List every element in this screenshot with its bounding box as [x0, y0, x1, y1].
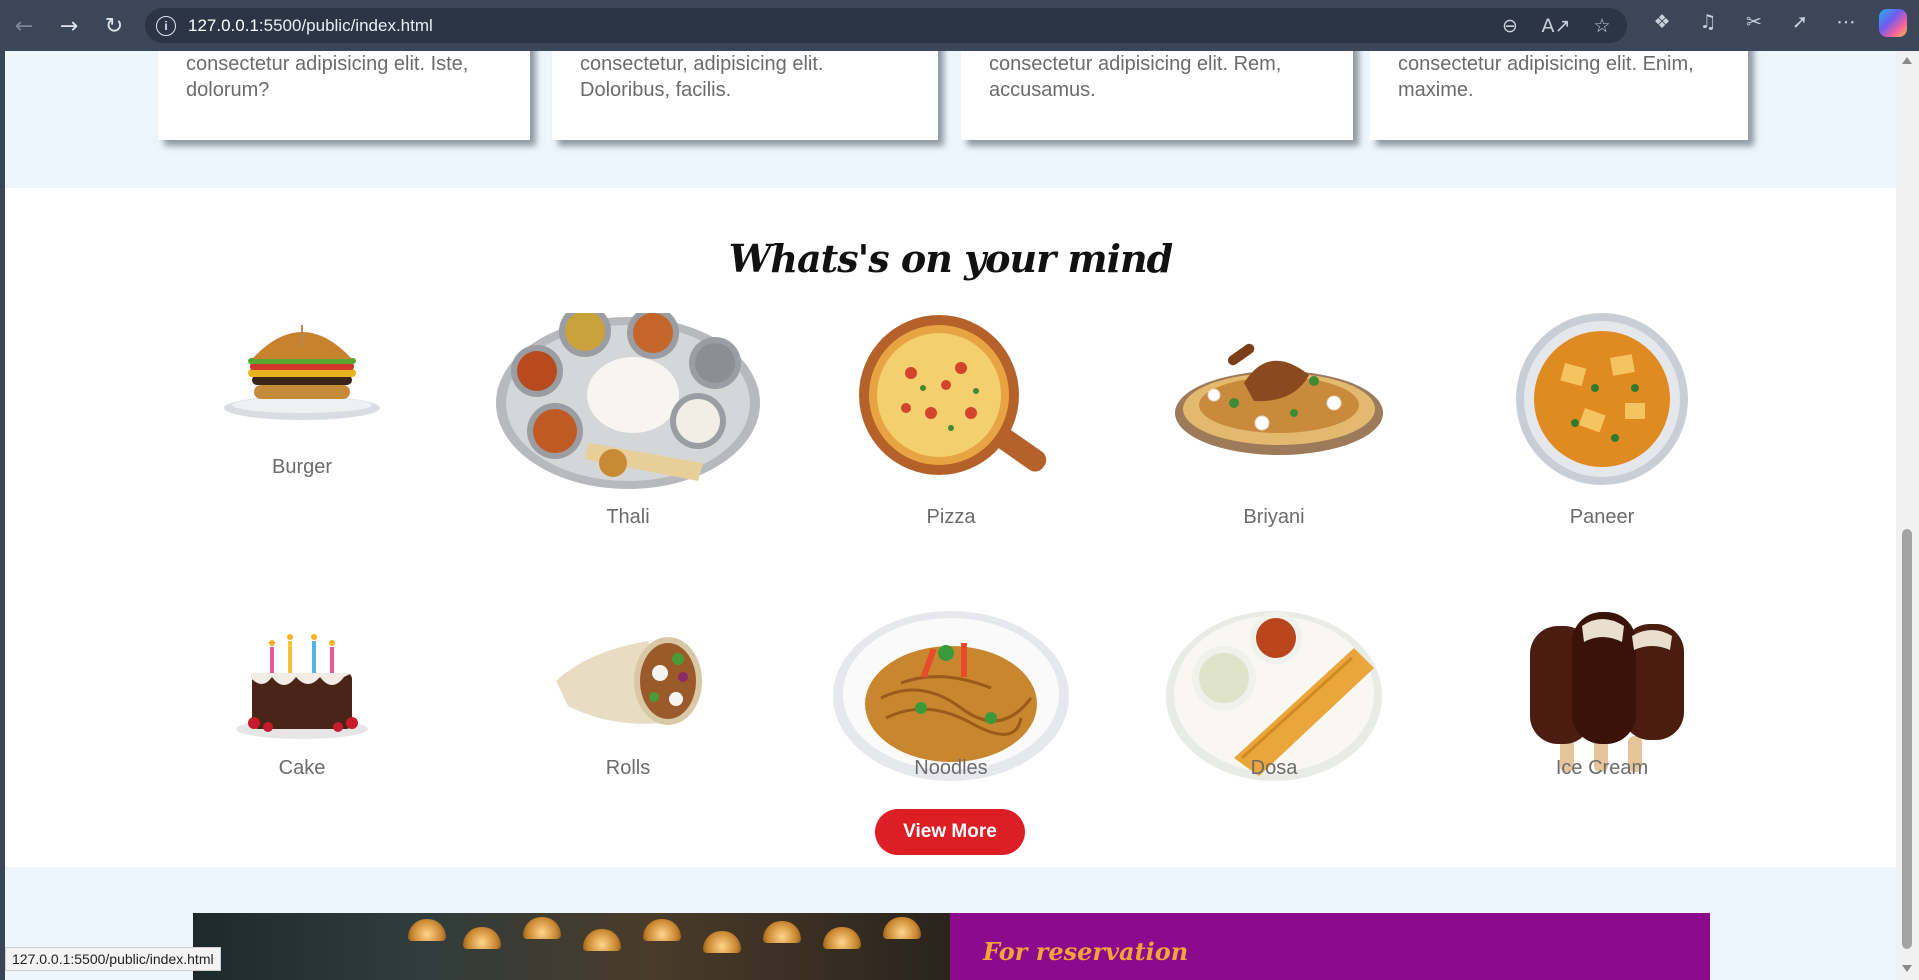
site-info-icon[interactable]: i	[156, 15, 176, 36]
copilot-icon[interactable]	[1879, 9, 1907, 37]
dish-item-ice-cream[interactable]: Ice Cream	[1502, 611, 1702, 786]
extensions-icon[interactable]: ❖	[1649, 9, 1675, 35]
ice-cream-icon	[1530, 612, 1684, 772]
section-title: Whats's on your mind	[728, 236, 1173, 281]
feature-card: consectetur, adipisicing elit. Doloribus…	[552, 51, 938, 140]
dish-item-dosa[interactable]: Dosa	[1166, 611, 1382, 788]
feature-card-text: dolorum?	[186, 79, 270, 101]
dish-item-noodles[interactable]: Noodles	[833, 611, 1069, 788]
dish-label: Pizza	[926, 506, 976, 528]
scroll-up-icon[interactable]	[1902, 57, 1912, 64]
dish-label: Dosa	[1250, 757, 1298, 779]
restaurant-photo	[193, 913, 950, 980]
dish-item-briyani[interactable]: Briyani	[1174, 313, 1383, 528]
feature-card: consectetur adipisicing elit. Enim, maxi…	[1370, 51, 1748, 140]
view-more-button[interactable]: View More	[875, 809, 1025, 855]
dish-label: Ice Cream	[1555, 757, 1649, 779]
page-viewport: consectetur adipisicing elit. Iste, dolo…	[5, 51, 1896, 980]
feature-card-text: Doloribus, facilis.	[580, 79, 732, 101]
pizza-icon	[859, 315, 1047, 475]
forward-arrow-icon[interactable]: →	[53, 10, 85, 42]
feature-card-text: maxime.	[1398, 79, 1474, 101]
address-url[interactable]: 127.0.0.1:5500/public/index.html	[188, 16, 433, 36]
reload-icon[interactable]: ↻	[98, 10, 130, 42]
dish-label: Rolls	[605, 757, 651, 779]
scroll-down-icon[interactable]	[1902, 965, 1912, 972]
favorites-icon[interactable]: ♫	[1695, 9, 1721, 35]
burger-icon	[224, 325, 380, 420]
zoom-icon[interactable]: ⊖	[1497, 13, 1523, 39]
reservation-title: For reservation	[983, 937, 1189, 966]
address-bar[interactable]: i 127.0.0.1:5500/public/index.html ⊖ A↗ …	[145, 8, 1627, 43]
favorite-star-icon[interactable]: ☆	[1589, 13, 1615, 39]
dish-item-cake[interactable]: Cake	[202, 611, 402, 779]
feature-card: consectetur adipisicing elit. Iste, dolo…	[158, 51, 530, 140]
dish-label: Thali	[606, 506, 650, 528]
features-section: consectetur adipisicing elit. Iste, dolo…	[5, 51, 1896, 188]
dish-label: Paneer	[1569, 506, 1635, 528]
rolls-icon	[556, 637, 702, 725]
screenshot-icon[interactable]: ✂	[1741, 9, 1767, 35]
feature-card-text: consectetur, adipisicing elit.	[580, 53, 824, 75]
back-arrow-icon[interactable]: ←	[8, 10, 40, 42]
paneer-icon	[1515, 313, 1688, 485]
more-menu-icon[interactable]: ⋯	[1833, 9, 1859, 35]
status-url-tooltip: 127.0.0.1:5500/public/index.html	[5, 947, 221, 971]
feature-card-text: consectetur adipisicing elit. Enim,	[1398, 53, 1694, 75]
dish-item-burger[interactable]: Burger	[202, 313, 402, 478]
briyani-icon	[1175, 343, 1383, 455]
scrollbar-thumb[interactable]	[1902, 529, 1912, 949]
dish-label: Noodles	[914, 757, 988, 779]
feature-card-text: accusamus.	[989, 79, 1096, 101]
dish-label: Cake	[278, 757, 326, 779]
dish-item-pizza[interactable]: Pizza	[851, 313, 1051, 528]
feature-card-text: consectetur adipisicing elit. Rem,	[989, 53, 1282, 75]
dish-item-thali[interactable]: Thali	[496, 305, 760, 528]
vertical-scrollbar[interactable]	[1896, 51, 1919, 980]
dish-label: Briyani	[1243, 506, 1305, 528]
feature-card: consectetur adipisicing elit. Rem, accus…	[961, 51, 1353, 140]
dish-item-rolls[interactable]: Rolls	[528, 611, 728, 779]
thali-icon	[496, 305, 760, 489]
feature-card-text: consectetur adipisicing elit. Iste,	[186, 53, 469, 75]
browser-toolbar: ← → ↻ i 127.0.0.1:5500/public/index.html…	[0, 0, 1919, 51]
dish-item-paneer[interactable]: Paneer	[1502, 313, 1702, 528]
share-icon[interactable]: ➚	[1787, 9, 1813, 35]
dish-label: Burger	[271, 456, 333, 478]
cake-icon	[236, 634, 368, 739]
reservation-panel: For reservation	[950, 913, 1710, 980]
read-aloud-icon[interactable]: A↗	[1542, 13, 1571, 39]
